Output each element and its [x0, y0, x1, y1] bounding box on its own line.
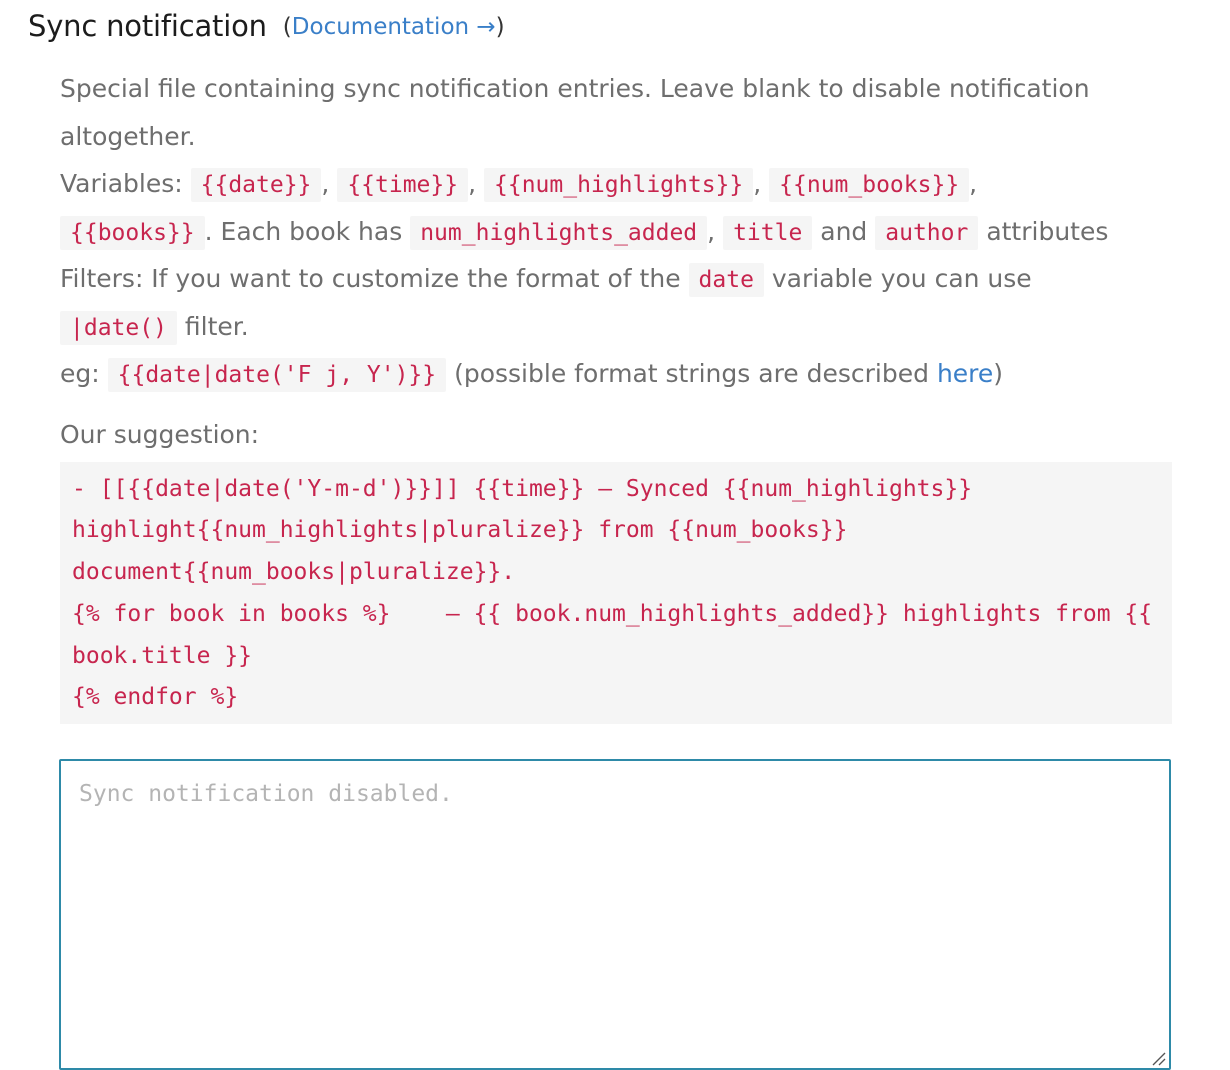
- var-books-code: {{books}}: [60, 215, 205, 250]
- documentation-link-wrapper: (Documentation →): [283, 14, 505, 40]
- suggestion-label: Our suggestion:: [60, 419, 260, 449]
- var-num-books-code: {{num_books}}: [769, 168, 970, 202]
- section-title: Sync notification: [28, 9, 267, 43]
- date-code: date: [688, 263, 764, 297]
- var-date-code: {{date}}: [190, 168, 322, 202]
- attr-author-code: author: [875, 215, 979, 250]
- example-line: eg: {{date|date('F j, Y')}} (possible fo…: [60, 350, 1180, 398]
- resize-handle-icon[interactable]: [1150, 1050, 1166, 1066]
- filters-text-2: variable you can use: [771, 264, 1032, 293]
- each-book-has-text: . Each book has: [204, 216, 403, 246]
- eg-label: eg:: [60, 359, 100, 388]
- example-code: {{date|date('F j, Y')}}: [107, 358, 447, 392]
- filters-text: Filters: If you want to customize the fo…: [60, 264, 681, 293]
- var-time-code: {{time}}: [337, 168, 469, 202]
- doc-open-paren: (: [282, 14, 292, 40]
- attributes-text: attributes: [986, 216, 1109, 246]
- suggestion-code-block: - [[{{date|date('Y-m-d')}}]] {{time}} — …: [60, 461, 1172, 724]
- filter-line: |date() filter.: [60, 303, 1180, 351]
- format-strings-link[interactable]: here: [937, 359, 993, 388]
- sync-notification-textarea[interactable]: [59, 759, 1171, 1070]
- books-line: {{books}}. Each book has num_highlights_…: [60, 208, 1180, 256]
- filters-line: Filters: If you want to customize the fo…: [60, 255, 1180, 303]
- section-header: Sync notification (Documentation →): [28, 4, 505, 48]
- eg-paren-close: ): [993, 359, 1004, 388]
- doc-close-paren: ): [495, 14, 505, 40]
- variables-line: Variables: {{date}}, {{time}}, {{num_hig…: [60, 160, 1180, 208]
- variables-label: Variables:: [60, 169, 183, 198]
- documentation-link[interactable]: Documentation →: [292, 14, 496, 40]
- intro-text: Special file containing sync notificatio…: [60, 74, 1090, 151]
- attr-title-code: title: [723, 215, 813, 250]
- attr-num-highlights-added-code: num_highlights_added: [410, 215, 708, 250]
- description-block: Special file containing sync notificatio…: [60, 65, 1180, 724]
- date-filter-code: |date(): [60, 310, 177, 345]
- filter-word: filter.: [184, 311, 249, 341]
- var-num-highlights-code: {{num_highlights}}: [484, 168, 754, 202]
- eg-paren-text: (possible format strings are described: [454, 359, 929, 388]
- and-text: and: [820, 216, 868, 246]
